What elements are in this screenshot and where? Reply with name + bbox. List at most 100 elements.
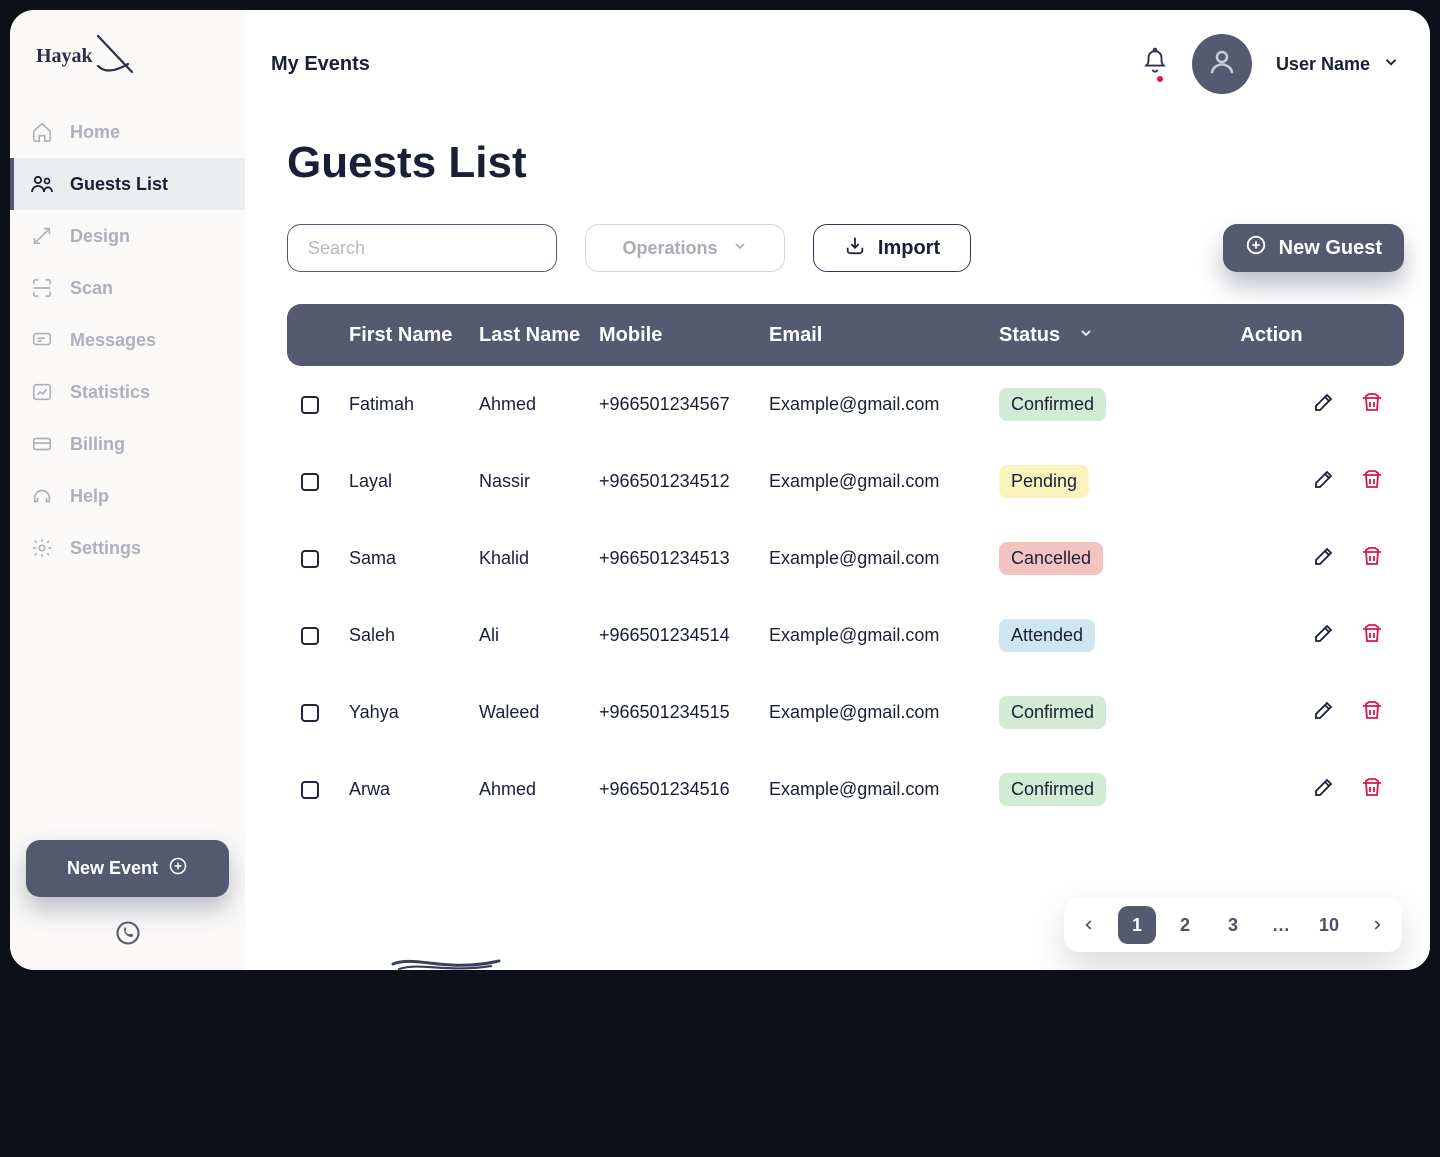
table-row: YahyaWaleed+966501234515Example@gmail.co… <box>287 674 1404 751</box>
operations-dropdown[interactable]: Operations <box>585 224 785 272</box>
row-checkbox[interactable] <box>301 704 319 722</box>
delete-icon[interactable] <box>1360 467 1384 496</box>
avatar[interactable] <box>1192 34 1252 94</box>
sidebar-item-label: Billing <box>70 434 125 455</box>
delete-icon[interactable] <box>1360 621 1384 650</box>
notifications-button[interactable] <box>1142 47 1168 82</box>
col-status[interactable]: Status <box>999 324 1159 347</box>
whatsapp-icon[interactable] <box>114 919 142 952</box>
import-button[interactable]: Import <box>813 224 971 272</box>
search-input[interactable] <box>287 224 557 272</box>
new-event-button[interactable]: New Event <box>26 840 229 897</box>
new-event-label: New Event <box>67 858 158 879</box>
messages-icon <box>30 328 54 352</box>
help-icon <box>30 484 54 508</box>
status-badge: Attended <box>999 619 1095 652</box>
col-email: Email <box>769 324 999 347</box>
edit-icon[interactable] <box>1312 390 1336 419</box>
edit-icon[interactable] <box>1312 698 1336 727</box>
page-title-text: Guests List <box>287 138 527 188</box>
delete-icon[interactable] <box>1360 698 1384 727</box>
header-title: My Events <box>271 53 370 76</box>
svg-text:Hayak: Hayak <box>36 45 94 67</box>
cell-email: Example@gmail.com <box>769 625 999 646</box>
table-row: FatimahAhmed+966501234567Example@gmail.c… <box>287 366 1404 443</box>
billing-icon <box>30 432 54 456</box>
delete-icon[interactable] <box>1360 390 1384 419</box>
main-content: My Events User Name <box>245 10 1430 970</box>
sidebar-item-settings[interactable]: Settings <box>10 522 245 574</box>
cell-last-name: Ali <box>479 625 599 646</box>
edit-icon[interactable] <box>1312 621 1336 650</box>
delete-icon[interactable] <box>1360 544 1384 573</box>
cell-last-name: Nassir <box>479 471 599 492</box>
edit-icon[interactable] <box>1312 544 1336 573</box>
sidebar-item-label: Guests List <box>70 174 168 195</box>
edit-icon[interactable] <box>1312 775 1336 804</box>
col-first-name: First Name <box>349 324 479 347</box>
cell-mobile: +966501234513 <box>599 548 769 569</box>
sidebar: Hayak Home Guests List <box>10 10 245 970</box>
row-checkbox[interactable] <box>301 396 319 414</box>
sidebar-item-scan[interactable]: Scan <box>10 262 245 314</box>
cell-last-name: Ahmed <box>479 779 599 800</box>
pagination-next[interactable] <box>1362 906 1392 944</box>
design-icon <box>30 224 54 248</box>
sidebar-item-home[interactable]: Home <box>10 106 245 158</box>
underline-squiggle-icon <box>391 955 501 970</box>
sidebar-item-label: Scan <box>70 278 113 299</box>
table-row: SalehAli+966501234514Example@gmail.comAt… <box>287 597 1404 674</box>
page-button[interactable]: 2 <box>1166 906 1204 944</box>
status-badge: Confirmed <box>999 773 1106 806</box>
cell-first-name: Yahya <box>349 702 479 723</box>
cell-first-name: Saleh <box>349 625 479 646</box>
sidebar-item-design[interactable]: Design <box>10 210 245 262</box>
plus-circle-icon <box>1245 234 1267 262</box>
sidebar-item-label: Help <box>70 486 109 507</box>
row-checkbox[interactable] <box>301 550 319 568</box>
chevron-down-icon <box>1382 53 1400 76</box>
page-button[interactable]: 3 <box>1214 906 1252 944</box>
status-badge: Pending <box>999 465 1089 498</box>
cell-mobile: +966501234567 <box>599 394 769 415</box>
pagination: 123 … 10 <box>1064 898 1402 952</box>
page-button[interactable]: … <box>1262 906 1300 944</box>
col-action: Action <box>1159 324 1404 347</box>
statistics-icon <box>30 380 54 404</box>
sidebar-item-statistics[interactable]: Statistics <box>10 366 245 418</box>
new-guest-button[interactable]: New Guest <box>1223 224 1404 272</box>
cell-mobile: +966501234514 <box>599 625 769 646</box>
operations-label: Operations <box>622 238 717 259</box>
col-last-name: Last Name <box>479 324 599 347</box>
header: My Events User Name <box>245 10 1430 118</box>
page-button[interactable]: 1 <box>1118 906 1156 944</box>
edit-icon[interactable] <box>1312 467 1336 496</box>
sidebar-item-label: Design <box>70 226 130 247</box>
user-icon <box>1207 47 1237 82</box>
pagination-prev[interactable] <box>1074 906 1104 944</box>
settings-icon <box>30 536 54 560</box>
home-icon <box>30 120 54 144</box>
new-guest-label: New Guest <box>1279 237 1382 260</box>
sidebar-item-billing[interactable]: Billing <box>10 418 245 470</box>
row-checkbox[interactable] <box>301 473 319 491</box>
user-menu[interactable]: User Name <box>1276 53 1400 76</box>
sidebar-item-guests-list[interactable]: Guests List <box>10 158 245 210</box>
row-checkbox[interactable] <box>301 627 319 645</box>
cell-mobile: +966501234516 <box>599 779 769 800</box>
guests-table: First Name Last Name Mobile Email Status… <box>287 304 1404 828</box>
cell-email: Example@gmail.com <box>769 548 999 569</box>
brand-logo: Hayak <box>10 32 245 106</box>
chevron-down-icon <box>732 238 748 259</box>
status-badge: Confirmed <box>999 388 1106 421</box>
page-title: Guests List <box>287 138 1404 188</box>
row-checkbox[interactable] <box>301 781 319 799</box>
sidebar-item-label: Statistics <box>70 382 150 403</box>
table-header: First Name Last Name Mobile Email Status… <box>287 304 1404 366</box>
cell-email: Example@gmail.com <box>769 702 999 723</box>
delete-icon[interactable] <box>1360 775 1384 804</box>
cell-first-name: Fatimah <box>349 394 479 415</box>
sidebar-item-messages[interactable]: Messages <box>10 314 245 366</box>
sidebar-item-help[interactable]: Help <box>10 470 245 522</box>
page-button[interactable]: 10 <box>1310 906 1348 944</box>
